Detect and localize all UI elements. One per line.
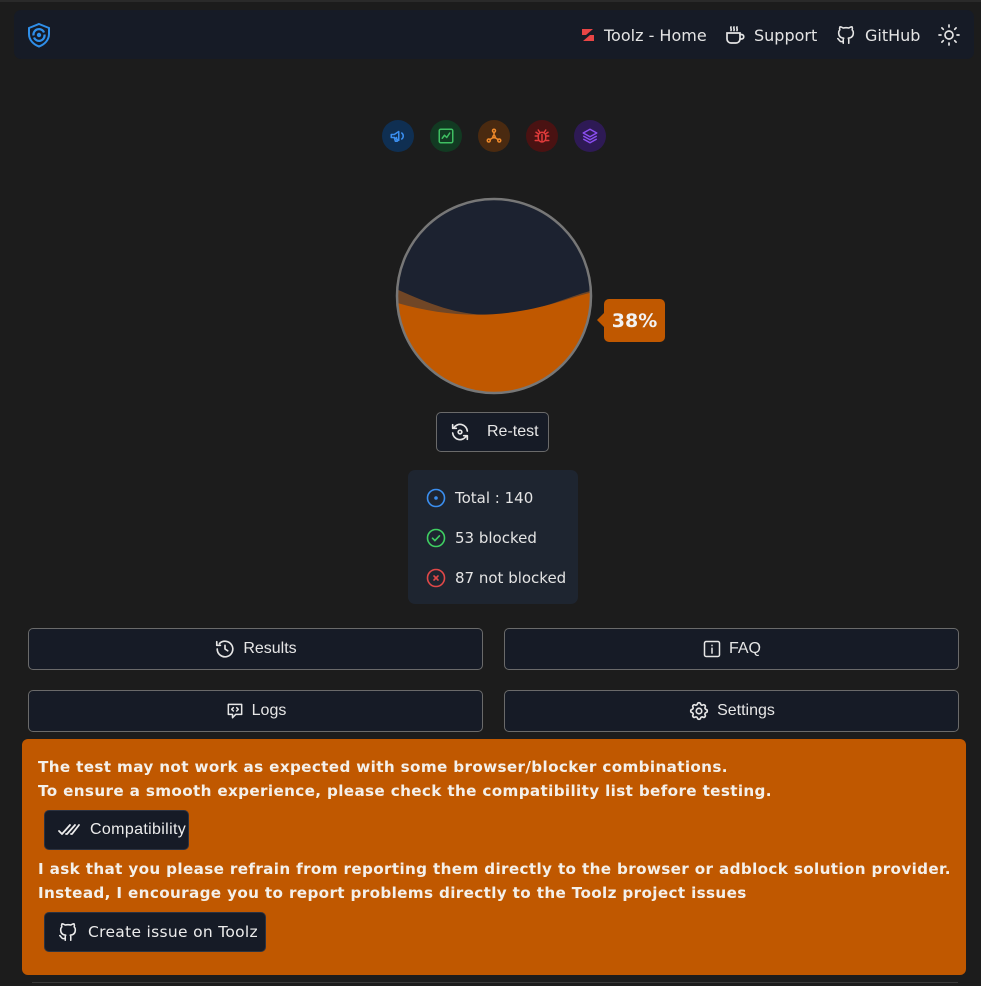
nav-github-link[interactable]: GitHub <box>835 22 920 48</box>
alert-line-2: To ensure a smooth experience, please ch… <box>38 782 772 800</box>
gear-icon <box>689 701 709 721</box>
trackers-category-network-icon[interactable] <box>478 120 510 152</box>
alert-line-1: The test may not work as expected with s… <box>38 758 728 776</box>
stat-total: Total : 140 <box>426 487 533 509</box>
nav-toolz-home-link[interactable]: Toolz - Home <box>580 22 707 48</box>
message-code-icon <box>227 703 243 719</box>
analytics-category-chart-icon[interactable] <box>430 120 462 152</box>
other-category-layers-icon[interactable] <box>574 120 606 152</box>
results-label: Results <box>243 640 297 657</box>
faq-label: FAQ <box>728 640 761 657</box>
x-circle-icon <box>426 568 446 588</box>
alert-line-4: Instead, I encourage you to report probl… <box>38 884 747 902</box>
create-issue-button[interactable]: Create issue on Toolz <box>44 912 266 952</box>
compatibility-warning-alert: The test may not work as expected with s… <box>22 739 966 975</box>
stat-total-label: Total : 140 <box>455 489 534 507</box>
blocked-percentage-gauge <box>394 196 594 396</box>
nav-support-label: Support <box>754 25 818 45</box>
logs-label: Logs <box>251 702 287 719</box>
stat-blocked-label: 53 blocked <box>455 529 537 547</box>
results-button[interactable]: Results <box>28 628 483 670</box>
refresh-icon <box>451 423 469 441</box>
github-icon <box>836 26 855 45</box>
create-issue-label: Create issue on Toolz <box>88 923 258 941</box>
stat-blocked: 53 blocked <box>426 527 537 549</box>
compatibility-button[interactable]: Compatibility <box>44 810 189 850</box>
info-square-icon <box>703 640 721 658</box>
retest-label: Re-test <box>487 423 539 440</box>
settings-button[interactable]: Settings <box>504 690 959 732</box>
shield-logo-icon[interactable] <box>26 22 52 48</box>
double-check-icon <box>58 824 80 835</box>
percentage-tooltip: 38% <box>597 299 665 342</box>
check-circle-icon <box>426 528 446 548</box>
nav-support-link[interactable]: Support <box>724 22 817 48</box>
logs-button[interactable]: Logs <box>28 690 483 732</box>
ads-category-megaphone-icon[interactable] <box>382 120 414 152</box>
error-monitors-category-bug-icon[interactable] <box>526 120 558 152</box>
nav-github-label: GitHub <box>865 25 921 45</box>
stats-panel: Total : 140 53 blocked 87 not blocked <box>408 470 578 604</box>
toolz-logo-icon <box>582 29 594 41</box>
github-icon <box>58 923 77 942</box>
settings-label: Settings <box>717 702 775 719</box>
compatibility-label: Compatibility <box>90 821 187 838</box>
retest-button[interactable]: Re-test <box>436 412 549 452</box>
navbar: Toolz - Home Support GitHub <box>14 10 974 59</box>
coffee-cup-icon <box>726 26 745 44</box>
stat-not-blocked: 87 not blocked <box>426 567 566 589</box>
nav-toolz-home-label: Toolz - Home <box>604 25 707 45</box>
stat-not-blocked-label: 87 not blocked <box>455 569 567 587</box>
top-border <box>0 0 981 2</box>
faq-button[interactable]: FAQ <box>504 628 959 670</box>
target-circle-icon <box>426 488 446 508</box>
footer-divider <box>32 982 958 983</box>
theme-toggle-sun-icon[interactable] <box>936 22 962 48</box>
alert-line-3: I ask that you please refrain from repor… <box>38 860 951 878</box>
history-icon <box>216 640 234 658</box>
